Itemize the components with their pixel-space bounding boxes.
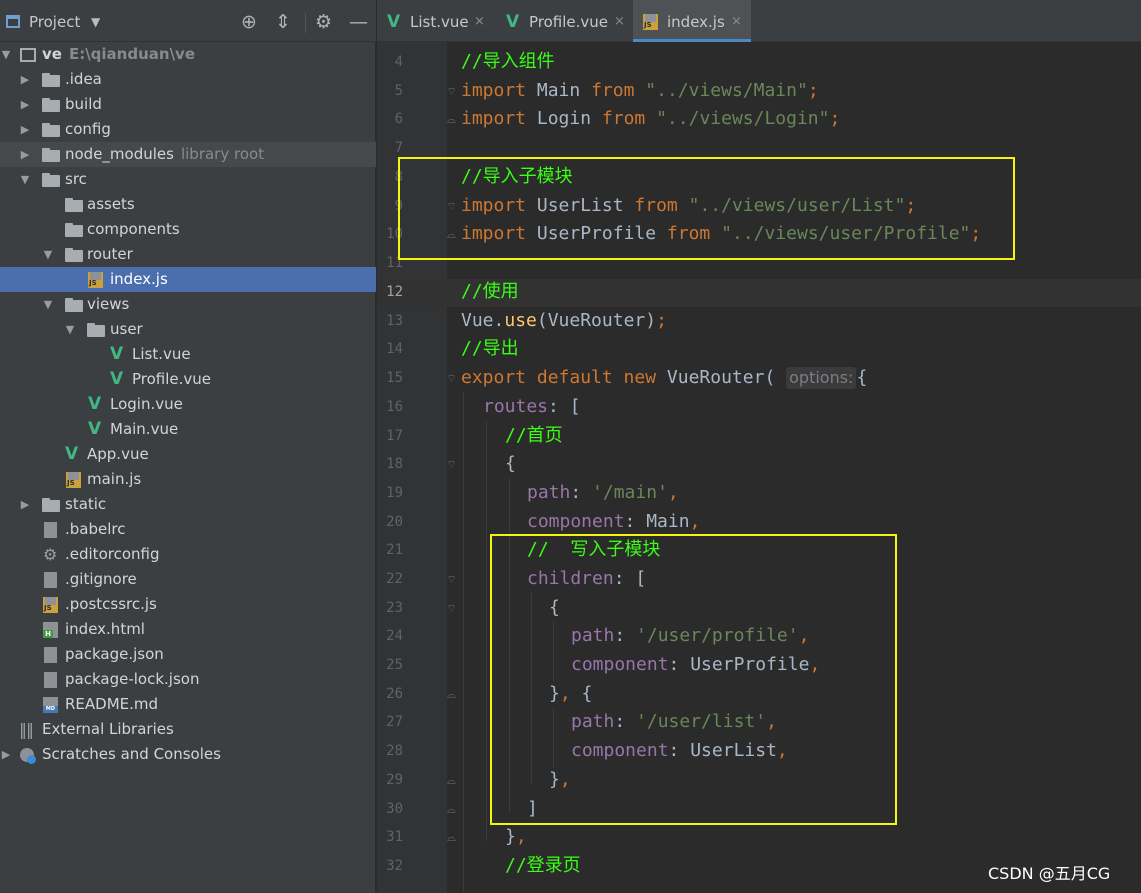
highlight-box-children xyxy=(490,534,897,825)
code-line: 5 ⌔ import Main from "../views/Main"; xyxy=(0,77,1141,106)
fold-marker-icon[interactable]: ⌔ xyxy=(446,373,457,384)
fold-marker-icon[interactable]: ⌓ xyxy=(446,775,457,786)
code-line: 15 ⌔ export default new VueRouter( optio… xyxy=(0,364,1141,393)
code-line: 13 Vue.use(VueRouter); xyxy=(0,307,1141,336)
line-number: 18 xyxy=(386,456,403,472)
project-panel-header: Project ▼ ⊕ ⇕ ⚙ — xyxy=(0,0,376,42)
line-number: 29 xyxy=(386,772,403,788)
js-file-icon: JS xyxy=(643,14,658,30)
project-view-selector[interactable]: Project xyxy=(29,13,80,31)
code-line: 16 routes: [ xyxy=(0,393,1141,422)
code-line: 6 ⌓ import Login from "../views/Login"; xyxy=(0,105,1141,134)
fold-marker-icon[interactable]: ⌓ xyxy=(446,114,457,125)
line-number: 25 xyxy=(386,657,403,673)
code-text: }, xyxy=(505,826,527,847)
line-number: 20 xyxy=(386,514,403,530)
line-number: 15 xyxy=(386,370,403,386)
code-text: { xyxy=(505,453,516,474)
tab-label: index.js xyxy=(667,13,725,31)
line-number: 16 xyxy=(386,399,403,415)
watermark: CSDN @五月CG xyxy=(988,864,1111,883)
line-number: 27 xyxy=(386,714,403,730)
tab-list-vue[interactable]: V List.vue × xyxy=(377,0,497,42)
code-line: 32 //登录页 xyxy=(0,852,1141,881)
line-number: 13 xyxy=(386,313,403,329)
code-text: import Login from "../views/Login"; xyxy=(461,108,841,129)
fold-marker-icon[interactable]: ⌔ xyxy=(446,459,457,470)
code-line: 4 //导入组件 xyxy=(0,48,1141,77)
vue-file-icon: V xyxy=(506,12,520,32)
vue-file-icon: V xyxy=(387,12,401,32)
code-text: //导出 xyxy=(461,338,519,359)
code-line: 20 component: Main, xyxy=(0,508,1141,537)
fold-marker-icon[interactable]: ⌔ xyxy=(446,574,457,585)
locate-file-icon[interactable]: ⊕ xyxy=(241,10,257,34)
line-number: 5 xyxy=(394,83,403,99)
tab-index-js[interactable]: JS index.js × xyxy=(633,0,751,42)
code-text: //首页 xyxy=(505,425,563,446)
code-line: 19 path: '/main', xyxy=(0,479,1141,508)
fold-marker-icon[interactable]: ⌔ xyxy=(446,86,457,97)
line-number: 6 xyxy=(394,111,403,127)
line-number: 22 xyxy=(386,571,403,587)
code-line: 17 //首页 xyxy=(0,422,1141,451)
line-number: 21 xyxy=(386,542,403,558)
tab-label: Profile.vue xyxy=(529,13,609,31)
header-divider xyxy=(305,13,306,33)
code-text: //使用 xyxy=(461,281,519,302)
line-number: 19 xyxy=(386,485,403,501)
code-line: 31 ⌓ }, xyxy=(0,823,1141,852)
fold-marker-icon[interactable]: ⌓ xyxy=(446,689,457,700)
gear-icon[interactable]: ⚙ xyxy=(315,10,332,34)
line-number: 31 xyxy=(386,829,403,845)
code-text: //登录页 xyxy=(505,855,581,876)
tab-label: List.vue xyxy=(410,13,469,31)
line-number: 28 xyxy=(386,743,403,759)
code-text: //导入组件 xyxy=(461,51,555,72)
close-icon[interactable]: × xyxy=(731,0,742,44)
editor-tab-bar: V List.vue × V Profile.vue × JS index.js… xyxy=(377,0,1141,42)
line-number: 4 xyxy=(394,54,403,70)
code-text: routes: [ xyxy=(483,396,581,417)
code-text: Vue.use(VueRouter); xyxy=(461,310,667,331)
code-text: path: '/main', xyxy=(527,482,679,503)
project-window-icon xyxy=(6,15,20,28)
close-icon[interactable]: × xyxy=(614,0,625,44)
code-text: import Main from "../views/Main"; xyxy=(461,80,819,101)
code-line: 18 ⌔ { xyxy=(0,450,1141,479)
fold-marker-icon[interactable]: ⌔ xyxy=(446,603,457,614)
hide-panel-icon[interactable]: — xyxy=(349,10,368,34)
collapse-all-icon[interactable]: ⇕ xyxy=(275,10,291,34)
close-icon[interactable]: × xyxy=(474,0,485,44)
line-number: 23 xyxy=(386,600,403,616)
line-number: 26 xyxy=(386,686,403,702)
line-number: 24 xyxy=(386,628,403,644)
code-line: 12 //使用 xyxy=(0,278,1141,307)
line-number: 14 xyxy=(386,341,403,357)
line-number: 12 xyxy=(386,284,403,300)
code-text: export default new VueRouter( options:{ xyxy=(461,367,868,389)
line-number: 32 xyxy=(386,858,403,874)
line-number: 30 xyxy=(386,801,403,817)
fold-marker-icon[interactable]: ⌓ xyxy=(446,832,457,843)
line-number: 17 xyxy=(386,428,403,444)
tab-profile-vue[interactable]: V Profile.vue × xyxy=(497,0,632,42)
code-line: 14 //导出 xyxy=(0,335,1141,364)
parameter-hint: options: xyxy=(786,367,857,389)
code-text: component: Main, xyxy=(527,511,701,532)
fold-marker-icon[interactable]: ⌓ xyxy=(446,804,457,815)
highlight-box-imports xyxy=(398,157,1015,260)
chevron-down-icon[interactable]: ▼ xyxy=(91,15,100,29)
